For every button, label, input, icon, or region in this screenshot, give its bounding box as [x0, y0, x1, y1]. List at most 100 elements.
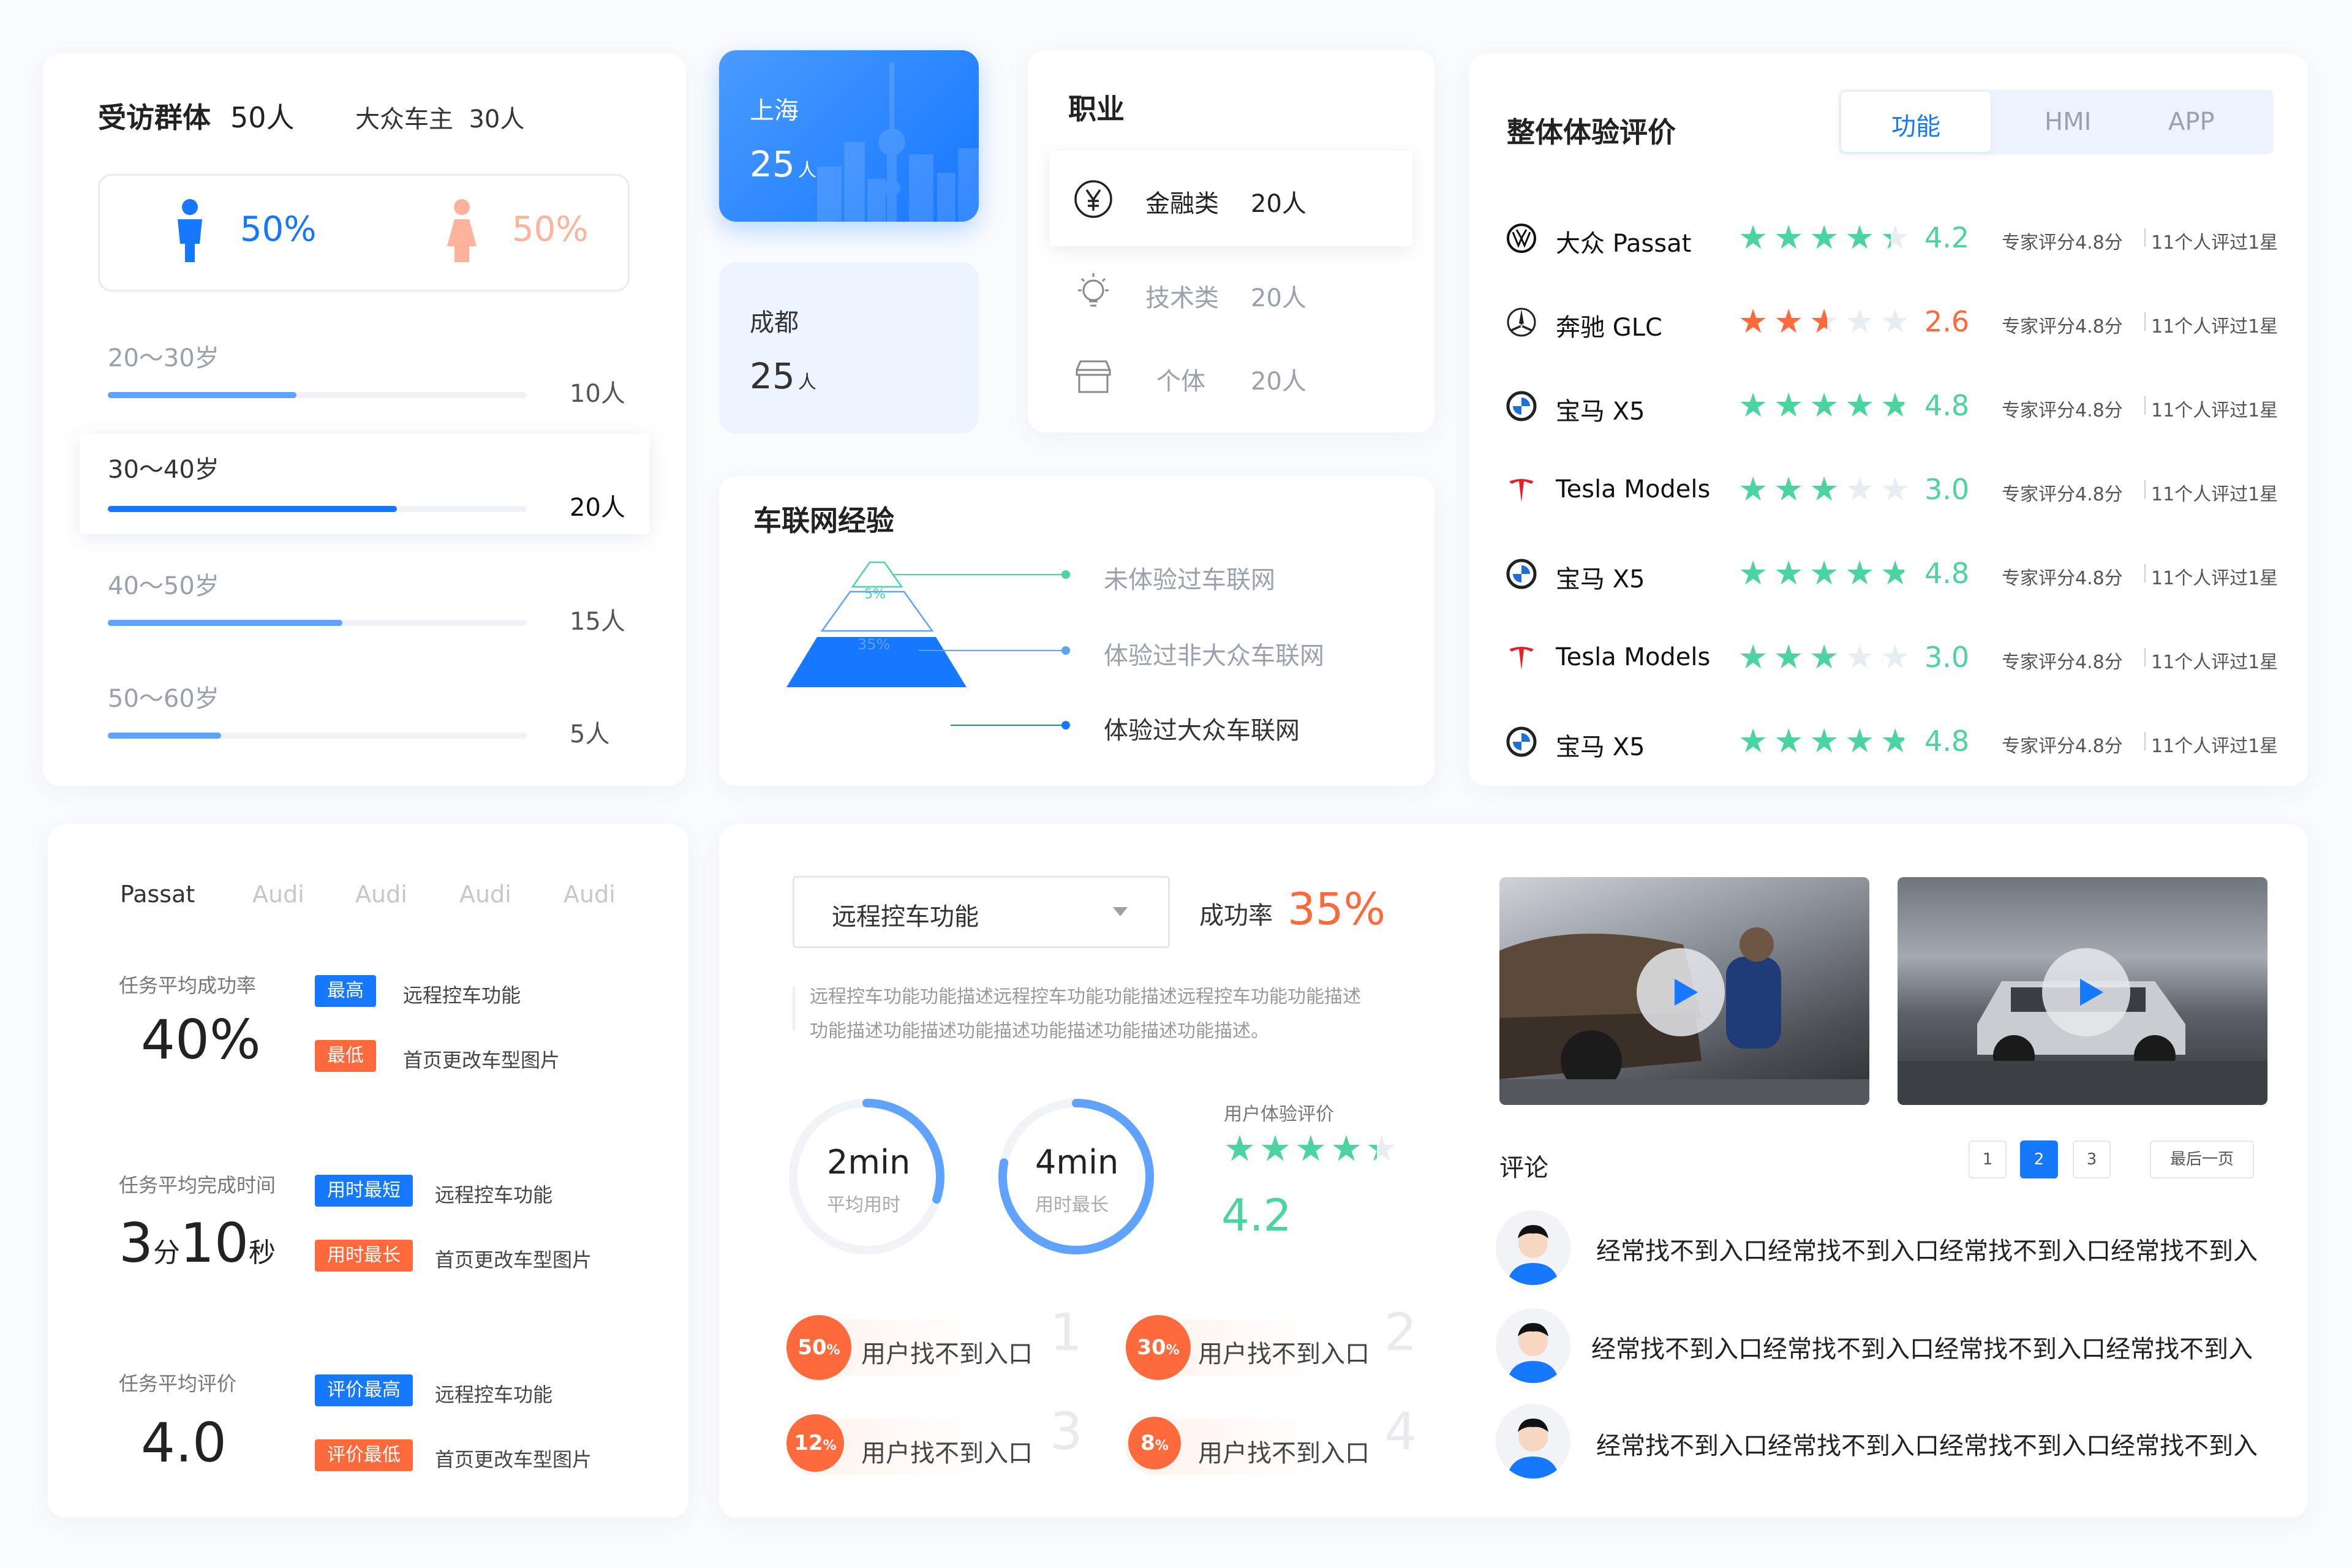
star-icon: ★★ — [1366, 1128, 1398, 1169]
occupation-card: 职业 金融类 20人 技术类 20人 个体 20人 — [1028, 50, 1434, 432]
avatar — [1496, 1308, 1570, 1383]
metric-label: 任务平均评价 — [119, 1372, 237, 1395]
feature-detail-card: 远程控车功能 成功率 35% 远程控车功能功能描述远程控车功能功能描述远程控车功… — [719, 824, 2308, 1518]
pyramid-level-label: 体验过非大众车联网 — [1104, 642, 1324, 670]
star-icon: ★★ — [1880, 218, 1910, 257]
age-bar-fill — [108, 392, 296, 398]
video-thumbnail[interactable] — [1499, 877, 1869, 1105]
star-fill: ★ — [1845, 725, 1875, 758]
star-icon: ★★ — [1738, 722, 1768, 760]
female-icon — [447, 199, 477, 262]
rating-score: 3.0 — [1924, 641, 1970, 674]
tab-audi[interactable]: Audi — [252, 881, 304, 908]
vw-logo-icon — [1506, 222, 1537, 257]
expert-score: 专家评分4.8分 — [2002, 400, 2123, 421]
star-fill: ★ — [1738, 305, 1768, 338]
pyramid-level-pct: 35% — [858, 636, 891, 653]
page-button-current[interactable]: 2 — [2020, 1140, 2058, 1178]
desc-divider — [793, 986, 795, 1030]
age-bar — [108, 620, 527, 626]
star-fill: ★ — [1880, 221, 1891, 254]
tab-audi[interactable]: Audi — [459, 881, 511, 908]
star-icon: ★★ — [1845, 386, 1875, 424]
male-percentage: 50% — [240, 209, 317, 249]
city-card-shanghai[interactable]: 上海 25 人 — [719, 50, 979, 222]
pyramid-chart — [786, 561, 1070, 729]
issue-percentage: 30% — [1126, 1315, 1191, 1380]
ivi-experience-card: 车联网经验 5% 35% 50% 未体验过车联网 体验过非大众车联网 体验过大众… — [719, 477, 1434, 786]
yen-icon — [1074, 180, 1112, 218]
star-fill: ★ — [1774, 473, 1804, 506]
ux-rating-label: 用户体验评价 — [1224, 1104, 1334, 1125]
tag-shortest: 用时最短 — [315, 1175, 413, 1207]
metric-value: 40% — [141, 1008, 261, 1071]
star-fill: ★ — [1880, 725, 1904, 758]
avatar — [1496, 1210, 1570, 1285]
star-fill: ★ — [1880, 557, 1904, 590]
star-icon: ★★ — [1774, 302, 1804, 341]
tab-audi[interactable]: Audi — [564, 881, 616, 908]
tab-audi[interactable]: Audi — [355, 881, 407, 908]
rating-score: 2.6 — [1924, 305, 1970, 338]
owner-count: 大众车主 30人 — [355, 105, 525, 134]
divider — [2144, 312, 2146, 331]
metric-value: 3分10秒 — [119, 1212, 276, 1275]
tab-hmi[interactable]: HMI — [2045, 108, 2091, 136]
user-rating-count: 11个人评过1星 — [2151, 568, 2278, 589]
star-fill: ★ — [1774, 641, 1804, 674]
male-icon — [178, 199, 202, 262]
tag-best-rated: 评价最高 — [315, 1374, 413, 1406]
user-rating-count: 11个人评过1星 — [2151, 736, 2278, 757]
tag-lowest: 最低 — [315, 1040, 376, 1072]
bmw-logo-icon — [1506, 558, 1537, 592]
tag-text: 首页更改车型图片 — [403, 1049, 560, 1072]
star-icon: ★★ — [1774, 470, 1804, 508]
feature-select-value: 远程控车功能 — [832, 903, 979, 931]
star-fill: ★ — [1774, 221, 1804, 254]
occupation-title: 职业 — [1068, 92, 1125, 126]
bulb-icon — [1078, 273, 1109, 307]
city-name: 成都 — [750, 309, 799, 337]
user-rating-count: 11个人评过1星 — [2151, 232, 2278, 254]
star-fill: ★ — [1738, 725, 1768, 758]
expert-score: 专家评分4.8分 — [2002, 232, 2123, 254]
pyramid-level-label: 未体验过车联网 — [1104, 566, 1275, 594]
star-icon: ★★ — [1295, 1128, 1327, 1169]
tab-function-label: 功能 — [1891, 113, 1940, 141]
star-icon: ★★ — [1809, 470, 1839, 508]
star-icon: ★★ — [1809, 638, 1839, 676]
expert-score: 专家评分4.8分 — [2002, 484, 2123, 505]
store-icon — [1076, 360, 1111, 393]
star-icon: ★★ — [1809, 218, 1839, 257]
star-icon: ★★ — [1738, 554, 1768, 592]
city-card-chengdu[interactable]: 成都 25 人 — [719, 262, 979, 434]
tag-text: 远程控车功能 — [435, 1383, 553, 1406]
page-button[interactable]: 3 — [2073, 1140, 2111, 1178]
issue-percentage: 8% — [1128, 1417, 1181, 1469]
overall-title: 整体体验评价 — [1507, 116, 1676, 149]
age-bar — [108, 506, 527, 512]
success-rate-label: 成功率 — [1199, 902, 1273, 930]
star-icon: ★★ — [1330, 1128, 1362, 1169]
last-page-button[interactable]: 最后一页 — [2150, 1140, 2254, 1178]
city-name: 上海 — [750, 97, 799, 125]
page-button[interactable]: 1 — [1969, 1140, 2007, 1178]
star-fill: ★ — [1738, 221, 1768, 254]
issue-text: 用户找不到入口 — [861, 1340, 1033, 1368]
tab-app[interactable]: APP — [2168, 108, 2215, 136]
metric-value: 4.0 — [141, 1411, 227, 1474]
tag-highest: 最高 — [315, 975, 376, 1007]
star-fill: ★ — [1809, 305, 1828, 338]
play-icon — [2080, 979, 2103, 1006]
star-fill: ★ — [1738, 557, 1768, 590]
video-thumbnail[interactable] — [1898, 877, 2267, 1105]
pyramid-level-pct: 50% — [859, 701, 894, 719]
issue-text: 用户找不到入口 — [1198, 1340, 1370, 1368]
star-icon: ★ — [1845, 302, 1875, 341]
rating-score: 4.8 — [1924, 389, 1970, 422]
star-icon: ★★ — [1738, 470, 1768, 508]
city-count: 25 人 — [750, 143, 816, 185]
tab-passat[interactable]: Passat — [120, 881, 195, 908]
divider — [2144, 564, 2146, 582]
ux-rating-score: 4.2 — [1221, 1189, 1292, 1241]
